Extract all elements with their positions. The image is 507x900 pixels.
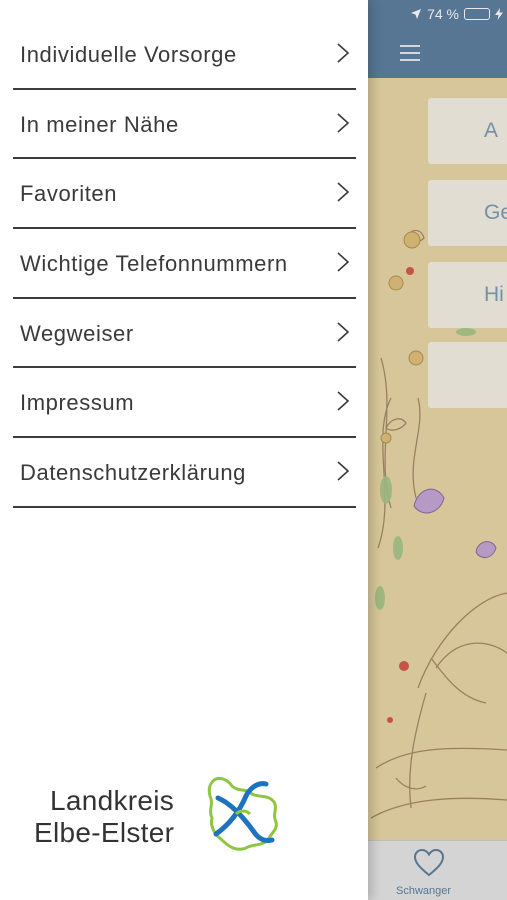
app-card-2[interactable]: Ge (428, 180, 507, 246)
menu-item-label: Wegweiser (20, 320, 134, 346)
menu-item-wegweiser[interactable]: Wegweiser (13, 299, 356, 369)
menu-item-impressum[interactable]: Impressum (13, 368, 356, 439)
chevron-right-icon (337, 113, 350, 133)
side-drawer: Individuelle Vorsorge In meiner Nähe Fav… (0, 0, 368, 900)
heart-icon[interactable] (414, 849, 444, 877)
tab-bar: Schwanger (366, 840, 507, 900)
menu-item-label: Wichtige Telefonnummern (20, 251, 288, 277)
app-card-1[interactable]: A (428, 98, 507, 164)
chevron-right-icon (337, 182, 350, 202)
logo-text-line1: Landkreis (50, 785, 175, 816)
app-card-4[interactable] (428, 342, 507, 408)
chevron-right-icon (337, 43, 350, 63)
app-card-3[interactable]: Hi (428, 262, 507, 328)
status-bar: 74 % (366, 0, 507, 28)
menu-item-label: Datenschutzerklärung (20, 460, 247, 486)
menu-item-label: In meiner Nähe (20, 111, 179, 137)
menu-item-individuelle-vorsorge[interactable]: Individuelle Vorsorge (13, 20, 356, 90)
app-nav-bar (366, 28, 507, 78)
chevron-right-icon (337, 391, 350, 412)
menu-item-wichtige-telefonnummern[interactable]: Wichtige Telefonnummern (13, 229, 356, 299)
chevron-right-icon (337, 322, 350, 342)
tab-label-schwanger[interactable]: Schwanger (396, 885, 451, 897)
menu-item-label: Favoriten (20, 181, 118, 207)
battery-percent: 74 % (427, 6, 459, 22)
background-app: 74 % A Ge Hi Schwanger (366, 0, 507, 900)
menu-item-label: Individuelle Vorsorge (20, 42, 237, 67)
landkreis-emblem-icon (207, 776, 278, 851)
menu-item-in-meiner-naehe[interactable]: In meiner Nähe (13, 90, 356, 160)
location-arrow-icon (410, 8, 422, 20)
drawer-menu: Individuelle Vorsorge In meiner Nähe Fav… (13, 20, 356, 508)
battery-icon (464, 8, 490, 20)
menu-item-label: Impressum (20, 390, 135, 416)
menu-item-datenschutzerklaerung[interactable]: Datenschutzerklärung (13, 438, 356, 508)
chevron-right-icon (337, 461, 350, 481)
menu-item-favoriten[interactable]: Favoriten (13, 159, 356, 230)
landkreis-logo: Landkreis Elbe-Elster (34, 772, 284, 854)
charging-bolt-icon (495, 8, 503, 20)
hamburger-menu-icon[interactable] (400, 45, 420, 61)
logo-text-line2: Elbe-Elster (34, 817, 175, 848)
chevron-right-icon (337, 252, 350, 272)
